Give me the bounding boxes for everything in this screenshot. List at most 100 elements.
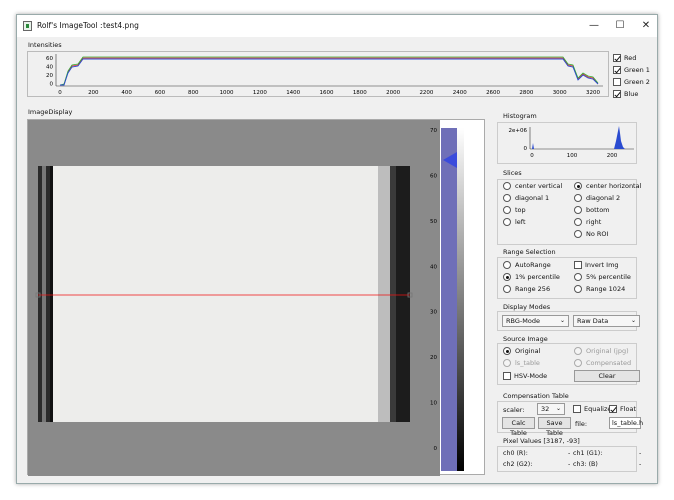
colorbar-gradient[interactable]: [457, 128, 464, 471]
hist-ytick-top: 2e+06: [509, 128, 528, 134]
calc-table-button[interactable]: Calc Table: [502, 417, 535, 437]
display-modes-label: Display Modes: [503, 303, 551, 311]
source-original-jpg-radio[interactable]: Original (jpg): [574, 346, 629, 356]
percentile-5-radio[interactable]: 5% percentile: [574, 272, 631, 282]
hist-xtick-100: 100: [567, 153, 578, 159]
scaler-select[interactable]: 32 ⌄: [537, 403, 565, 415]
scaler-label: scaler:: [503, 406, 525, 414]
slice-diagonal1-radio[interactable]: diagonal 1: [503, 193, 549, 203]
ch2-value: -: [568, 461, 571, 468]
channel-green1-checkbox[interactable]: Green 1: [613, 65, 650, 75]
green1-series: [59, 56, 599, 86]
colorbar-tick: 60: [430, 173, 437, 179]
image-display-panel: 70 60 50 40 30 20 10 0: [27, 119, 486, 476]
float-checkbox[interactable]: Float: [609, 404, 636, 414]
chevron-down-icon: ⌄: [630, 317, 636, 324]
intensities-plot[interactable]: 6040200 0 200 400 600 800 1000 1200 1400 1600 180…: [28, 52, 610, 98]
intensity-xtick: 800: [188, 90, 199, 96]
percentile-1-radio[interactable]: 1% percentile: [503, 272, 560, 282]
intensity-xtick: 0: [58, 90, 62, 96]
main-window: Rolf's ImageTool : test4.png — ☐ ✕ Inten…: [16, 14, 658, 484]
maximize-button[interactable]: ☐: [609, 19, 631, 33]
image-view[interactable]: 70 60 50 40 30 20 10 0: [28, 120, 486, 476]
colorbar-histogram[interactable]: [441, 128, 457, 471]
ch0-value: -: [568, 450, 571, 457]
ch3-label: ch3: (B): [573, 461, 598, 468]
save-table-button[interactable]: Save Table: [538, 417, 571, 437]
source-original-radio[interactable]: Original: [503, 346, 540, 356]
channel-red-checkbox[interactable]: Red: [613, 53, 636, 63]
file-label: file:: [575, 420, 588, 428]
intensity-xtick: 400: [121, 90, 132, 96]
data-mode-select[interactable]: Raw Data ⌄: [573, 315, 640, 327]
ch1-label: ch1 (G1):: [573, 450, 603, 457]
blue-series: [60, 58, 599, 86]
hist-ytick-zero: 0: [524, 146, 528, 152]
intensity-xtick: 1400: [286, 90, 300, 96]
chevron-down-icon: ⌄: [555, 405, 561, 412]
red-series: [60, 57, 599, 86]
colorbar-tick: 30: [430, 310, 437, 316]
intensity-ytick: 0: [50, 82, 54, 88]
slice-no-roi-radio[interactable]: No ROI: [574, 229, 608, 239]
histogram-plot[interactable]: 2e+06 0 0 100 200: [498, 123, 638, 165]
intensity-xtick: 3000: [553, 90, 567, 96]
hist-xtick-200: 200: [607, 153, 618, 159]
histogram-label: Histogram: [503, 112, 537, 120]
colorbar-tick: 0: [434, 446, 438, 452]
minimize-button[interactable]: —: [583, 19, 605, 33]
autorange-radio[interactable]: AutoRange: [503, 260, 551, 270]
intensity-xtick: 1000: [220, 90, 234, 96]
title-bar: Rolf's ImageTool : test4.png — ☐ ✕: [17, 15, 657, 37]
colorbar-tick: 40: [430, 264, 437, 270]
intensities-label: Intensities: [28, 41, 62, 49]
intensity-ytick: 60: [46, 56, 53, 62]
intensity-xtick: 2800: [519, 90, 533, 96]
clear-button[interactable]: Clear: [574, 370, 640, 382]
range-1024-radio[interactable]: Range 1024: [574, 284, 625, 294]
pixel-values-label: Pixel Values [3187, -93]: [503, 437, 580, 445]
channel-green2-checkbox[interactable]: Green 2: [613, 77, 650, 87]
intensity-xtick: 2200: [419, 90, 433, 96]
slice-center-horizontal-radio[interactable]: center horizontal: [574, 181, 641, 191]
intensities-plot-panel: 60 40 20 0 0 200 400 600 800 1000 1200 1400 1600 180…: [27, 51, 609, 97]
close-button[interactable]: ✕: [635, 19, 657, 33]
range-selection-label: Range Selection: [503, 248, 556, 256]
slice-right-radio[interactable]: right: [574, 217, 601, 227]
range-256-radio[interactable]: Range 256: [503, 284, 550, 294]
intensity-xtick: 2600: [486, 90, 500, 96]
slice-top-radio[interactable]: top: [503, 205, 526, 215]
intensity-xtick: 600: [155, 90, 166, 96]
intensity-xtick: 2400: [453, 90, 467, 96]
colorbar-tick: 50: [430, 219, 437, 225]
image-display-label: ImageDisplay: [28, 108, 73, 116]
intensity-ytick: 20: [46, 73, 53, 79]
source-compensated-radio[interactable]: Compensated: [574, 358, 631, 368]
file-input[interactable]: ls_table.h: [609, 417, 643, 429]
intensity-xtick: 1800: [353, 90, 367, 96]
hist-main-peak: [614, 126, 625, 149]
slice-center-vertical-radio[interactable]: center vertical: [503, 181, 562, 191]
intensity-xtick: 200: [88, 90, 99, 96]
intensity-xtick: 1200: [253, 90, 267, 96]
hist-xtick-0: 0: [530, 153, 534, 159]
colorbar-tick: 10: [430, 401, 437, 407]
channel-blue-checkbox[interactable]: Blue: [613, 89, 638, 99]
ch3-value: -: [639, 461, 642, 468]
slice-diagonal2-radio[interactable]: diagonal 2: [574, 193, 620, 203]
window-title: Rolf's ImageTool :: [37, 21, 103, 30]
display-mode-select[interactable]: RBG-Mode ⌄: [502, 315, 569, 327]
ch0-label: ch0 (R):: [503, 450, 528, 457]
slice-bottom-radio[interactable]: bottom: [574, 205, 610, 215]
slice-left-radio[interactable]: left: [503, 217, 526, 227]
colorbar-tick: 20: [430, 355, 437, 361]
window-file-name: test4.png: [103, 21, 139, 30]
ch2-label: ch2 (G2):: [503, 461, 533, 468]
intensity-xtick: 2000: [386, 90, 400, 96]
equalize-checkbox[interactable]: Equalize: [573, 404, 611, 414]
intensity-xtick: 3200: [586, 90, 600, 96]
invert-img-checkbox[interactable]: Invert Img: [574, 260, 619, 270]
source-ls-table-radio[interactable]: ls_table: [503, 358, 540, 368]
colorbar-tick: 70: [430, 128, 437, 134]
hsv-mode-checkbox[interactable]: HSV-Mode: [503, 371, 547, 381]
